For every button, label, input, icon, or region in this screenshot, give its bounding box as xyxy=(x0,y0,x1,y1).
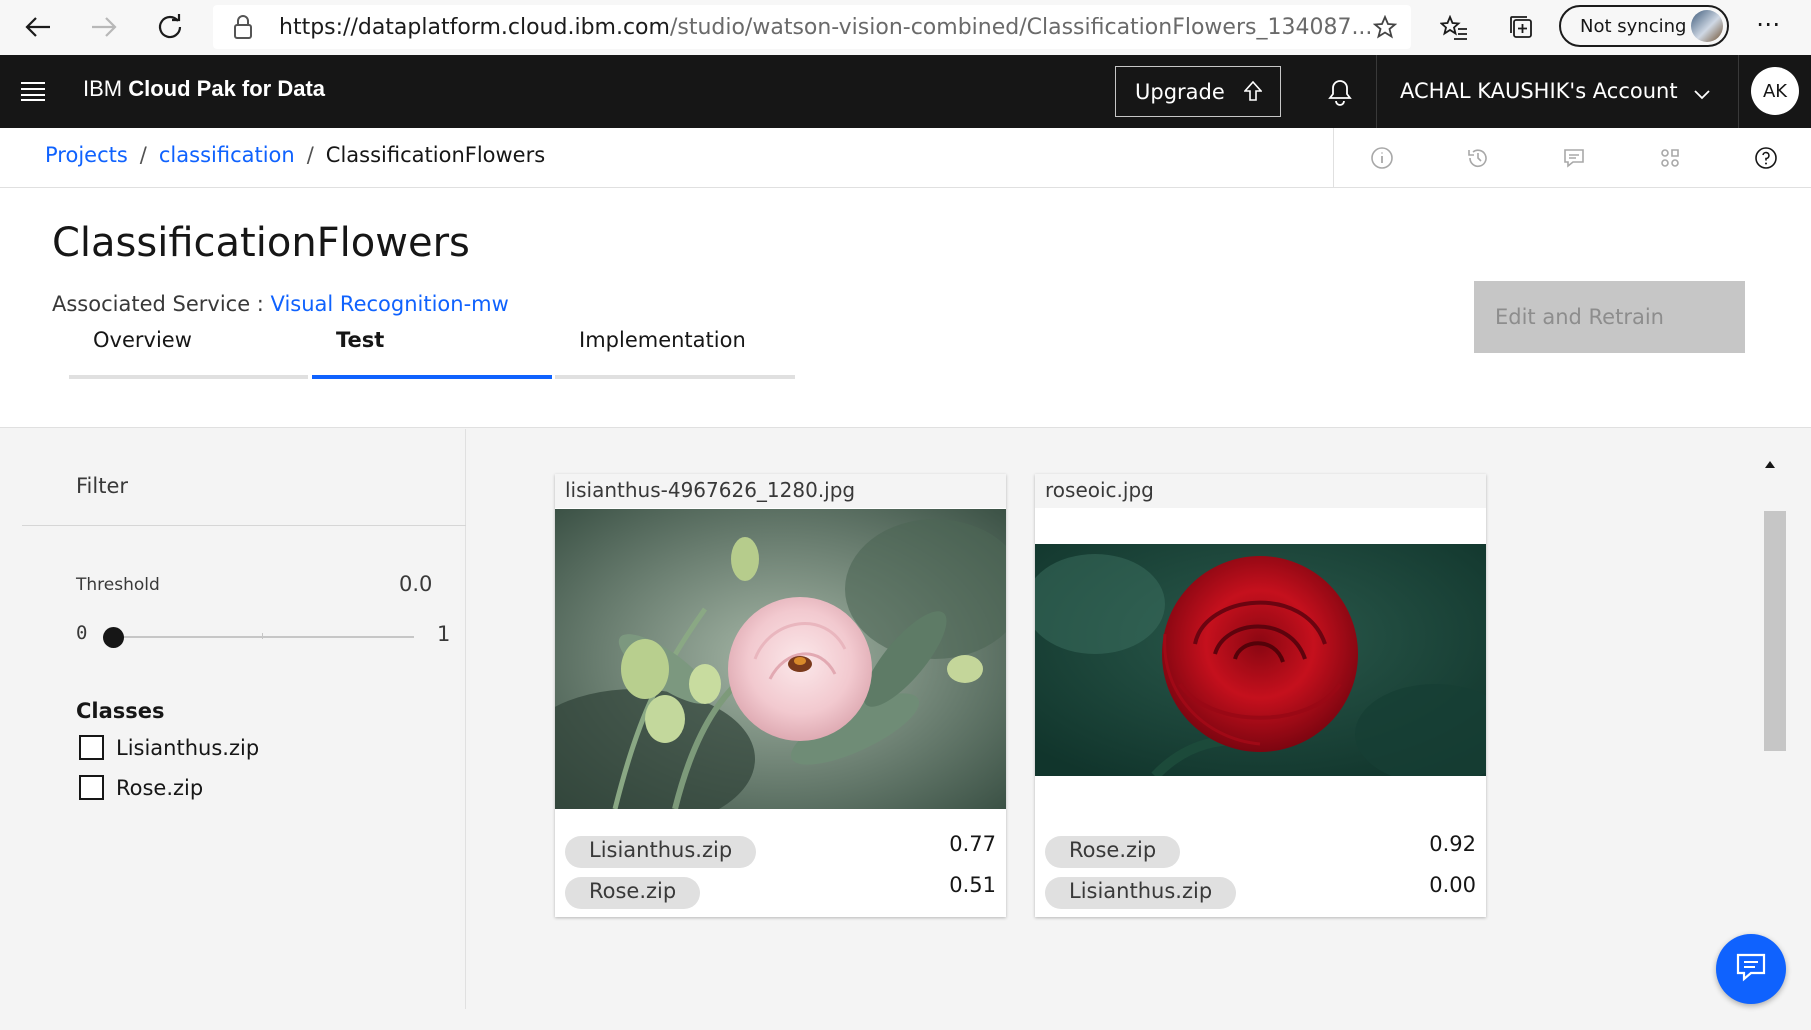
account-switcher[interactable]: ACHAL KAUSHIK's Account xyxy=(1400,79,1678,103)
refresh-icon[interactable] xyxy=(150,7,190,47)
breadcrumb: Projects / classification / ClassificationFl… xyxy=(45,143,545,167)
history-icon[interactable] xyxy=(1464,144,1492,172)
nav-divider xyxy=(1376,55,1377,128)
brand-prefix: IBM xyxy=(83,76,129,101)
brand-product: Cloud Pak for Data xyxy=(128,76,326,101)
hamburger-menu-icon[interactable] xyxy=(21,81,45,105)
chat-button[interactable] xyxy=(1716,934,1786,1004)
upgrade-button[interactable]: Upgrade xyxy=(1115,66,1281,117)
slider-max-label: 1 xyxy=(437,622,451,646)
page-header: ClassificationFlowers Associated Service… xyxy=(0,188,1811,428)
result-card[interactable]: roseoic.jpg Rose.zip 0.92 Lisianthus.zip… xyxy=(1035,474,1486,917)
project-toolbar xyxy=(1333,128,1811,187)
top-navigation: IBM Cloud Pak for Data Upgrade ACHAL KAU… xyxy=(0,55,1811,128)
url-path: /studio/watson-vision-combined/Classific… xyxy=(669,14,1373,40)
class-tag: Rose.zip xyxy=(565,877,701,909)
help-icon[interactable] xyxy=(1752,144,1780,172)
filter-title: Filter xyxy=(76,474,129,498)
collections-icon[interactable] xyxy=(1508,14,1534,44)
scrollbar-thumb[interactable] xyxy=(1764,511,1786,751)
class-label: Lisianthus.zip xyxy=(116,735,260,760)
apps-grid-icon[interactable] xyxy=(1656,144,1684,172)
class-checkbox[interactable] xyxy=(79,775,104,800)
favorites-icon[interactable] xyxy=(1439,14,1468,45)
info-icon[interactable] xyxy=(1368,144,1396,172)
threshold-slider-track[interactable] xyxy=(113,633,414,639)
slider-min-label: 0 xyxy=(76,622,88,644)
result-filename: roseoic.jpg xyxy=(1035,474,1486,508)
upgrade-label: Upgrade xyxy=(1135,79,1225,104)
associated-service-label: Associated Service : xyxy=(52,292,271,316)
url-text: https://dataplatform.cloud.ibm.com/studi… xyxy=(279,15,1372,40)
threshold-value[interactable]: 0.0 xyxy=(399,572,432,596)
class-tag: Rose.zip xyxy=(1045,836,1181,868)
upgrade-arrow-icon xyxy=(1243,80,1263,106)
score-row: Lisianthus.zip 0.77 xyxy=(565,832,996,868)
user-avatar[interactable]: AK xyxy=(1751,67,1799,115)
class-filter-lisianthus[interactable]: Lisianthus.zip xyxy=(79,735,259,760)
nav-divider xyxy=(1738,55,1739,128)
edit-and-retrain-button[interactable]: Edit and Retrain xyxy=(1474,281,1745,353)
classes-title: Classes xyxy=(76,699,165,723)
threshold-slider-thumb[interactable] xyxy=(103,627,124,648)
sync-label: Not syncing xyxy=(1580,15,1687,37)
profile-avatar xyxy=(1691,10,1723,42)
notification-bell-icon[interactable] xyxy=(1326,76,1354,110)
back-icon[interactable] xyxy=(18,7,58,47)
tab-test[interactable]: Test xyxy=(312,320,552,379)
class-score: 0.00 xyxy=(1429,873,1476,897)
class-label: Rose.zip xyxy=(116,775,204,800)
breadcrumb-current: ClassificationFlowers xyxy=(325,143,546,167)
lock-icon xyxy=(233,15,253,43)
breadcrumb-bar: Projects / classification / ClassificationFl… xyxy=(0,128,1811,188)
class-filter-rose[interactable]: Rose.zip xyxy=(79,775,203,800)
browser-toolbar: https://dataplatform.cloud.ibm.com/studi… xyxy=(0,0,1811,55)
result-filename: lisianthus-4967626_1280.jpg xyxy=(555,474,1006,508)
slider-tick xyxy=(262,633,263,639)
class-score: 0.77 xyxy=(949,832,996,856)
breadcrumb-separator: / xyxy=(139,143,147,167)
tab-implementation[interactable]: Implementation xyxy=(555,320,795,379)
class-score: 0.51 xyxy=(949,873,996,897)
comments-icon[interactable] xyxy=(1560,144,1588,172)
chat-icon xyxy=(1735,952,1767,986)
more-menu-icon[interactable]: ⋯ xyxy=(1756,10,1782,38)
score-row: Rose.zip 0.92 xyxy=(1045,832,1476,868)
page-title: ClassificationFlowers xyxy=(52,220,470,266)
scroll-up-arrow-icon[interactable] xyxy=(1764,455,1776,468)
filter-panel: Filter Threshold 0.0 0 1 Classes Lisiant… xyxy=(0,429,466,1009)
associated-service-link[interactable]: Visual Recognition-mw xyxy=(271,292,509,316)
score-row: Rose.zip 0.51 xyxy=(565,873,996,909)
result-image-lisianthus xyxy=(555,509,1006,809)
favorite-star-icon[interactable] xyxy=(1372,14,1398,43)
threshold-label: Threshold xyxy=(76,575,160,595)
chevron-down-icon[interactable] xyxy=(1694,85,1710,104)
breadcrumb-separator: / xyxy=(306,143,314,167)
profile-sync-button[interactable]: Not syncing xyxy=(1559,5,1729,47)
breadcrumb-projects[interactable]: Projects xyxy=(45,143,128,167)
associated-service: Associated Service : Visual Recognition-… xyxy=(52,292,509,316)
score-row: Lisianthus.zip 0.00 xyxy=(1045,873,1476,909)
breadcrumb-classification[interactable]: classification xyxy=(159,143,295,167)
brand-name[interactable]: IBM Cloud Pak for Data xyxy=(83,76,325,102)
tab-overview[interactable]: Overview xyxy=(69,320,308,379)
filter-divider xyxy=(22,525,466,526)
class-tag: Lisianthus.zip xyxy=(565,836,757,868)
result-card[interactable]: lisianthus-4967626_1280.jpg Lisianthus.z… xyxy=(555,474,1006,917)
test-results-area: Filter Threshold 0.0 0 1 Classes Lisiant… xyxy=(0,429,1811,1030)
result-image-rose xyxy=(1035,544,1486,776)
class-checkbox[interactable] xyxy=(79,735,104,760)
class-score: 0.92 xyxy=(1429,832,1476,856)
address-bar[interactable]: https://dataplatform.cloud.ibm.com/studi… xyxy=(213,5,1411,49)
url-host: https://dataplatform.cloud.ibm.com xyxy=(279,14,670,40)
class-tag: Lisianthus.zip xyxy=(1045,877,1237,909)
forward-icon[interactable] xyxy=(84,7,124,47)
